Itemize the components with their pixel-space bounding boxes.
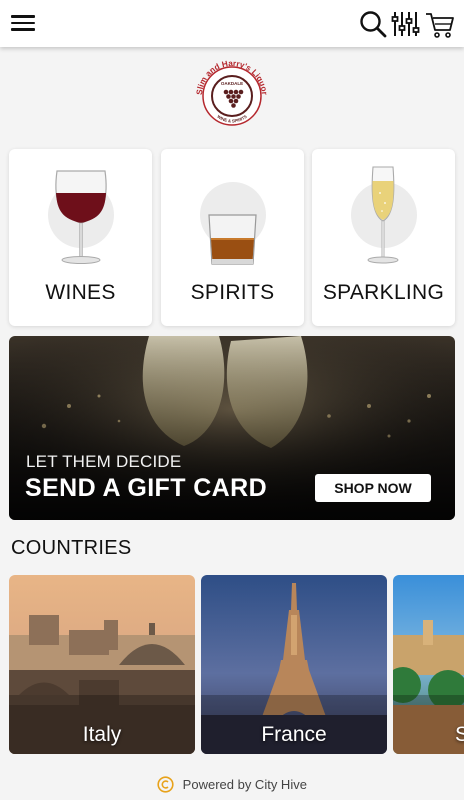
city-hive-logo-icon — [157, 776, 174, 793]
country-card-france[interactable]: France — [201, 575, 387, 754]
country-name: S — [455, 723, 464, 746]
filter-sliders-icon[interactable] — [390, 9, 420, 39]
category-label: WINES — [45, 281, 116, 304]
countries-section-title: COUNTRIES — [11, 537, 132, 559]
category-label: SPIRITS — [190, 281, 275, 304]
banner-kicker: LET THEM DECIDE — [26, 452, 182, 471]
search-icon[interactable] — [358, 9, 388, 39]
country-name: France — [261, 723, 327, 746]
country-card-spain[interactable]: S — [393, 575, 464, 754]
powered-by-footer[interactable]: Powered by City Hive — [0, 776, 464, 798]
country-name: Italy — [82, 723, 122, 746]
champagne-flute-icon — [367, 166, 399, 264]
logo-center-text: OAKDALE — [221, 81, 243, 86]
powered-by-text: Powered by City Hive — [182, 777, 307, 793]
category-card-wines[interactable]: WINES — [9, 149, 152, 326]
store-logo[interactable]: Slim and Harry's Liquor OAKDALE WINE & S… — [192, 54, 272, 134]
category-label: SPARKLING — [322, 281, 445, 304]
category-card-spirits[interactable]: SPIRITS — [161, 149, 304, 326]
banner-headline: SEND A GIFT CARD — [25, 474, 268, 502]
red-wine-glass-icon — [55, 170, 107, 264]
country-card-italy[interactable]: Italy — [9, 575, 195, 754]
category-card-sparkling[interactable]: SPARKLING — [312, 149, 455, 326]
gift-card-banner[interactable]: LET THEM DECIDE SEND A GIFT CARD SHOP NO… — [9, 336, 455, 520]
shopping-cart-icon[interactable] — [424, 9, 456, 39]
shop-now-button[interactable]: SHOP NOW — [315, 474, 431, 502]
whiskey-tumbler-icon — [208, 214, 257, 265]
app-header — [0, 0, 464, 47]
hamburger-menu-icon[interactable] — [10, 11, 36, 35]
